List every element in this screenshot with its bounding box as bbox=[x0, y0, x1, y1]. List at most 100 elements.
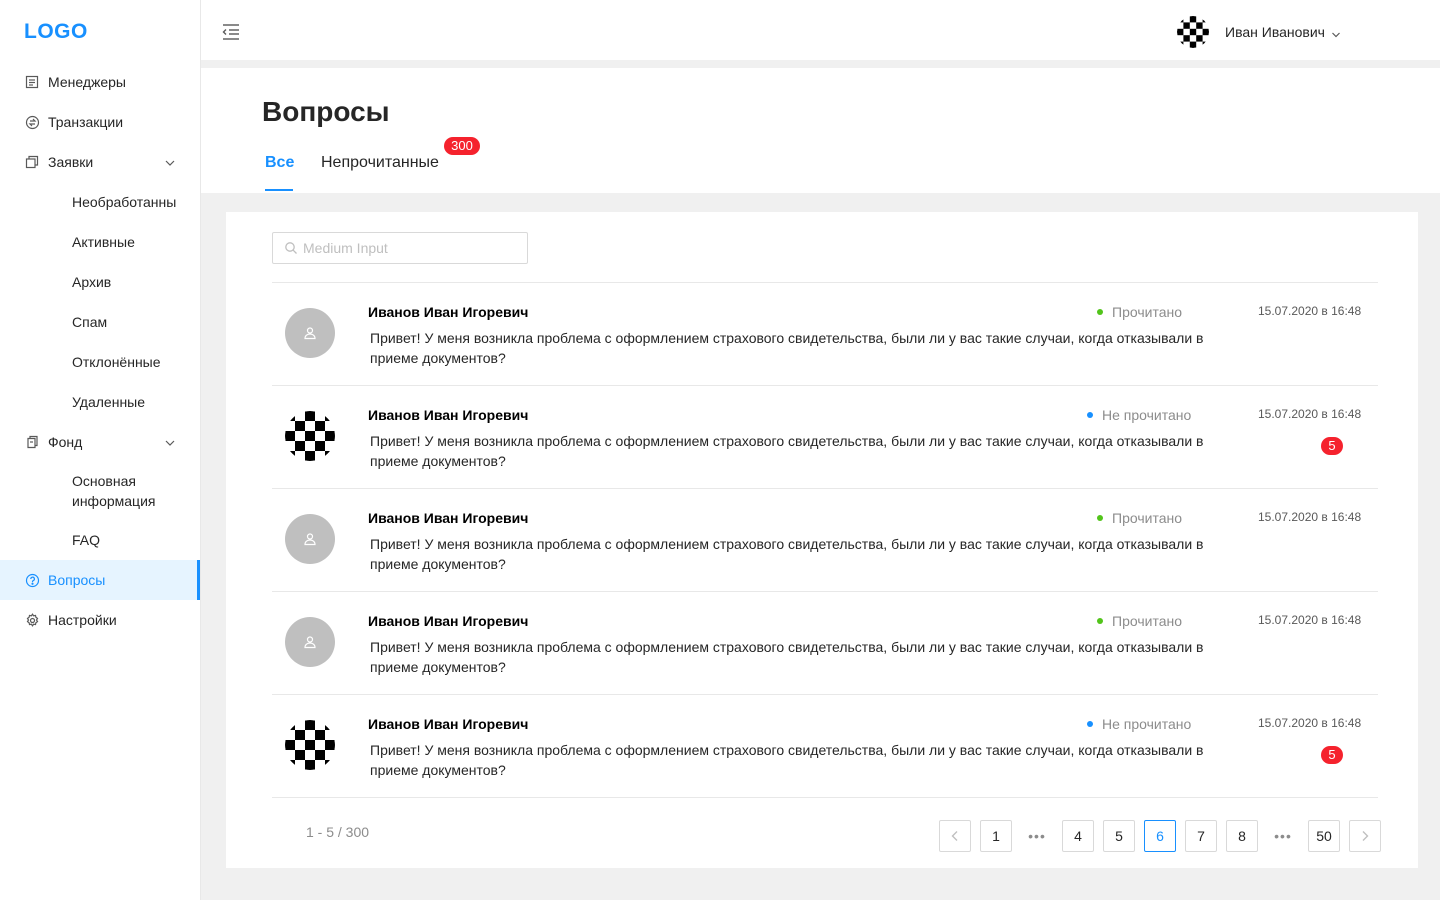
chevron-down-icon bbox=[1331, 27, 1341, 38]
sidebar-item-unprocessed[interactable]: Необработанны bbox=[0, 182, 200, 222]
question-row[interactable]: Иванов Иван Игоревич Привет! У меня возн… bbox=[272, 283, 1378, 386]
pagination-page[interactable]: 50 bbox=[1308, 820, 1340, 852]
question-message: Привет! У меня возникла проблема с оформ… bbox=[370, 330, 1204, 366]
sidebar-item-spam[interactable]: Спам bbox=[0, 302, 200, 342]
unread-messages-badge: 5 bbox=[1321, 437, 1343, 455]
question-status-text: Не прочитано bbox=[1102, 407, 1192, 423]
sidebar-item-deleted[interactable]: Удаленные bbox=[0, 382, 200, 422]
question-status-text: Прочитано bbox=[1112, 304, 1182, 320]
question-row[interactable]: Иванов Иван Игоревич Привет! У меня возн… bbox=[272, 695, 1378, 798]
avatar bbox=[285, 411, 335, 461]
sidebar-item-settings[interactable]: Настройки bbox=[0, 600, 200, 640]
question-author: Иванов Иван Игоревич bbox=[368, 407, 529, 423]
question-author: Иванов Иван Игоревич bbox=[368, 613, 529, 629]
question-author: Иванов Иван Игоревич bbox=[368, 510, 529, 526]
user-name: Иван Иванович bbox=[1225, 24, 1325, 40]
question-message: Привет! У меня возникла проблема с оформ… bbox=[370, 639, 1204, 675]
question-circle-icon bbox=[24, 572, 40, 588]
avatar bbox=[285, 720, 335, 770]
pagination-page[interactable]: 4 bbox=[1062, 820, 1094, 852]
chevron-down-icon bbox=[164, 156, 176, 168]
pagination-total: 1 - 5 / 300 bbox=[306, 824, 370, 840]
question-author: Иванов Иван Игоревич bbox=[368, 304, 529, 320]
pagination-page[interactable]: 1 bbox=[980, 820, 1012, 852]
file-icon bbox=[24, 434, 40, 450]
sidebar-item-label: Менеджеры bbox=[48, 74, 126, 90]
sidebar-item-rejected[interactable]: Отклонённые bbox=[0, 342, 200, 382]
sidebar-item-active[interactable]: Активные bbox=[0, 222, 200, 262]
question-date: 15.07.2020 в 16:48 bbox=[1258, 510, 1362, 524]
sidebar-item-faq[interactable]: FAQ bbox=[0, 520, 200, 560]
chevron-down-icon bbox=[164, 436, 176, 448]
sidebar-item-fund[interactable]: Фонд bbox=[0, 422, 200, 462]
sidebar-item-managers[interactable]: Менеджеры bbox=[0, 62, 200, 102]
sidebar-item-main-info[interactable]: Основная информация bbox=[0, 462, 190, 520]
search-input[interactable] bbox=[303, 240, 513, 256]
sidebar-menu: Менеджеры Транзакции Заявки Необработанн… bbox=[0, 62, 200, 640]
question-status-text: Прочитано bbox=[1112, 510, 1182, 526]
questions-card: Иванов Иван Игоревич Привет! У меня возн… bbox=[226, 212, 1418, 868]
sidebar-item-archive[interactable]: Архив bbox=[0, 262, 200, 302]
question-date: 15.07.2020 в 16:48 bbox=[1258, 304, 1362, 318]
document-list-icon bbox=[24, 74, 40, 90]
pagination-next-button[interactable] bbox=[1349, 820, 1381, 852]
status-dot-icon bbox=[1087, 412, 1093, 418]
question-date: 15.07.2020 в 16:48 bbox=[1258, 613, 1362, 627]
user-icon bbox=[285, 617, 335, 667]
menu-fold-icon[interactable] bbox=[221, 22, 241, 42]
sidebar: LOGO Менеджеры Транзакции Заявки Необраб… bbox=[0, 0, 201, 900]
sidebar-item-label: Вопросы bbox=[48, 572, 106, 588]
pagination: 1 ••• 4 5 6 7 8 ••• 50 bbox=[939, 820, 1390, 852]
top-header: Иван Иванович bbox=[201, 0, 1440, 64]
unread-messages-badge: 5 bbox=[1321, 746, 1343, 764]
question-status-text: Прочитано bbox=[1112, 613, 1182, 629]
pagination-page-current[interactable]: 6 bbox=[1144, 820, 1176, 852]
active-tab-indicator bbox=[265, 189, 293, 191]
question-message: Привет! У меня возникла проблема с оформ… bbox=[370, 433, 1204, 469]
pagination-ellipsis[interactable]: ••• bbox=[1021, 820, 1053, 852]
search-box[interactable] bbox=[272, 232, 528, 264]
tab-all[interactable]: Все bbox=[265, 154, 294, 172]
user-icon bbox=[285, 514, 335, 564]
question-status: Прочитано bbox=[1097, 304, 1182, 320]
question-status: Не прочитано bbox=[1087, 716, 1191, 732]
question-author: Иванов Иван Игоревич bbox=[368, 716, 529, 732]
status-dot-icon bbox=[1097, 515, 1103, 521]
tab-unread[interactable]: Непрочитанные bbox=[321, 154, 439, 172]
user-icon bbox=[285, 308, 335, 358]
sidebar-item-requests[interactable]: Заявки bbox=[0, 142, 200, 182]
pagination-page[interactable]: 7 bbox=[1185, 820, 1217, 852]
avatar bbox=[1177, 16, 1209, 48]
question-message: Привет! У меня возникла проблема с оформ… bbox=[370, 536, 1204, 572]
pagination-page[interactable]: 5 bbox=[1103, 820, 1135, 852]
question-status-text: Не прочитано bbox=[1102, 716, 1192, 732]
page-title: Вопросы bbox=[262, 96, 390, 127]
sidebar-item-questions[interactable]: Вопросы bbox=[0, 560, 200, 600]
copy-icon bbox=[24, 154, 40, 170]
pagination-ellipsis[interactable]: ••• bbox=[1267, 820, 1299, 852]
sidebar-item-label: Фонд bbox=[48, 434, 83, 450]
sidebar-item-label: Настройки bbox=[48, 612, 117, 628]
transaction-icon bbox=[24, 114, 40, 130]
page-header: Вопросы Все Непрочитанные 300 bbox=[201, 68, 1440, 193]
question-date: 15.07.2020 в 16:48 bbox=[1258, 407, 1362, 421]
question-message: Привет! У меня возникла проблема с оформ… bbox=[370, 742, 1204, 778]
questions-list: Иванов Иван Игоревич Привет! У меня возн… bbox=[272, 282, 1378, 798]
question-row[interactable]: Иванов Иван Игоревич Привет! У меня возн… bbox=[272, 592, 1378, 695]
question-status: Прочитано bbox=[1097, 613, 1182, 629]
pagination-prev-button[interactable] bbox=[939, 820, 971, 852]
status-dot-icon bbox=[1097, 309, 1103, 315]
pagination-page[interactable]: 8 bbox=[1226, 820, 1258, 852]
question-status: Прочитано bbox=[1097, 510, 1182, 526]
search-icon bbox=[284, 241, 298, 255]
sidebar-item-transactions[interactable]: Транзакции bbox=[0, 102, 200, 142]
user-menu[interactable]: Иван Иванович bbox=[1177, 16, 1341, 48]
status-dot-icon bbox=[1097, 618, 1103, 624]
question-status: Не прочитано bbox=[1087, 407, 1191, 423]
question-row[interactable]: Иванов Иван Игоревич Привет! У меня возн… bbox=[272, 489, 1378, 592]
unread-count-badge: 300 bbox=[444, 137, 480, 155]
sidebar-item-label: Транзакции bbox=[48, 114, 124, 130]
gear-icon bbox=[24, 612, 40, 628]
logo[interactable]: LOGO bbox=[24, 20, 88, 44]
question-row[interactable]: Иванов Иван Игоревич Привет! У меня возн… bbox=[272, 386, 1378, 489]
